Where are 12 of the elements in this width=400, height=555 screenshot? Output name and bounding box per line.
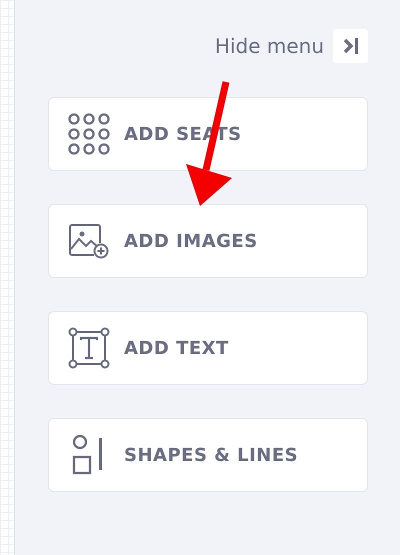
text-frame-icon — [68, 327, 110, 369]
add-image-icon — [68, 223, 110, 259]
tool-label: ADD IMAGES — [124, 230, 258, 254]
tool-card[interactable]: ADD TEXT — [48, 311, 368, 385]
hide-menu-button[interactable] — [333, 29, 368, 63]
collapse-right-icon — [342, 36, 360, 56]
hide-menu-label: Hide menu — [214, 36, 324, 56]
tool-label: SHAPES & LINES — [124, 444, 298, 468]
dot-grid-icon — [68, 113, 110, 155]
tool-card[interactable]: ADD IMAGES — [48, 204, 368, 278]
tool-label: ADD TEXT — [124, 336, 229, 360]
tool-card[interactable]: SHAPES & LINES — [48, 418, 368, 492]
